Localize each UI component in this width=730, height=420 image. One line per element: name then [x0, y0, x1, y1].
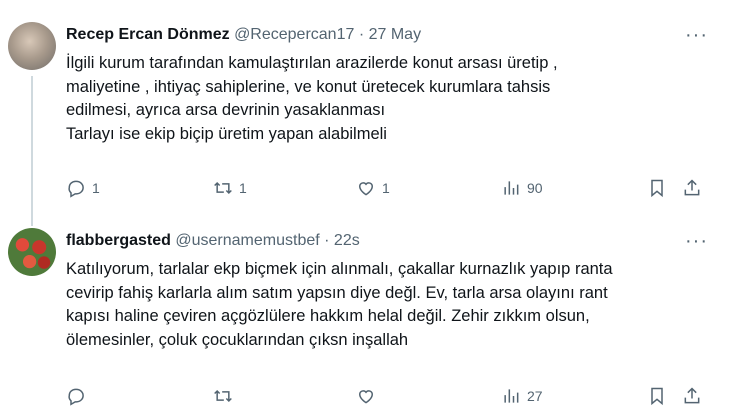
tweet-text: İlgili kurum tarafından kamulaştırılan a… — [66, 52, 716, 146]
share-icon — [684, 179, 700, 196]
more-icon[interactable]: ··· — [685, 231, 708, 251]
author-handle[interactable]: @usernamemustbef — [175, 232, 319, 249]
tweet-text-line: Tarlayı ise ekip biçip üretim yapan alab… — [66, 124, 387, 143]
tweet-header: Recep Ercan Dönmez @Recepercan17 · 27 Ma… — [66, 24, 421, 46]
bookmark-button[interactable] — [647, 384, 667, 408]
like-button[interactable]: 1 — [356, 176, 390, 200]
author-handle[interactable]: @Recepercan17 — [234, 26, 354, 43]
separator: · — [358, 26, 365, 43]
repost-count: 1 — [239, 180, 247, 196]
reply-button[interactable] — [66, 384, 92, 408]
author-name[interactable]: flabbergasted — [66, 232, 171, 249]
like-button[interactable] — [356, 384, 382, 408]
share-button[interactable] — [682, 384, 702, 408]
tweet-text-line: kapısı haline çeviren açgözlülere hakkım… — [66, 307, 590, 325]
repost-icon — [214, 181, 232, 195]
like-icon — [358, 390, 374, 404]
avatar[interactable] — [8, 22, 56, 70]
share-icon — [684, 387, 700, 404]
avatar[interactable] — [8, 228, 56, 276]
bookmark-icon — [651, 387, 663, 406]
reply-icon — [68, 180, 84, 198]
action-bar: 27 — [66, 384, 716, 408]
tweet[interactable]: flabbergasted @usernamemustbef · 22s ···… — [0, 218, 730, 420]
tweet-text-line: cevirip fahiş karlarla alım satım yapsın… — [66, 283, 608, 302]
tweet-text-line: İlgili kurum tarafından kamulaştırılan a… — [66, 54, 558, 72]
tweet-text-line: ölemesinler, çoluk çocuklarından çıksn i… — [66, 330, 409, 349]
thread-line — [31, 76, 33, 226]
timestamp[interactable]: 27 May — [369, 26, 421, 43]
views-button[interactable]: 27 — [501, 384, 543, 408]
tweet-text: Katılıyorum, tarlalar ekp biçmek için al… — [66, 258, 716, 352]
tweet-text-line: edilmesi, ayrıca arsa devrinin yasaklanm… — [66, 101, 386, 119]
views-count: 27 — [527, 388, 543, 404]
views-icon — [504, 181, 519, 195]
repost-icon — [214, 389, 232, 403]
share-button[interactable] — [682, 176, 702, 200]
timestamp[interactable]: 22s — [334, 232, 360, 249]
repost-button[interactable]: 1 — [213, 176, 247, 200]
views-icon — [504, 389, 519, 403]
tweet[interactable]: Recep Ercan Dönmez @Recepercan17 · 27 Ma… — [0, 0, 730, 226]
separator: · — [324, 232, 330, 249]
reply-button[interactable]: 1 — [66, 176, 100, 200]
bookmark-icon — [651, 179, 663, 198]
like-count: 1 — [382, 180, 390, 196]
tweet-text-line: maliyetine , ihtiyaç sahiplerine, ve kon… — [66, 77, 551, 96]
reply-count: 1 — [92, 180, 100, 196]
like-icon — [358, 182, 374, 196]
tweet-text-line: Katılıyorum, tarlalar ekp biçmek için al… — [66, 260, 613, 278]
tweet-header: flabbergasted @usernamemustbef · 22s — [66, 230, 360, 252]
action-bar: 1 1 1 90 — [66, 176, 716, 200]
author-name[interactable]: Recep Ercan Dönmez — [66, 26, 230, 43]
views-count: 90 — [527, 180, 543, 196]
repost-button[interactable] — [213, 384, 239, 408]
reply-icon — [68, 388, 84, 406]
bookmark-button[interactable] — [647, 176, 667, 200]
views-button[interactable]: 90 — [501, 176, 543, 200]
more-icon[interactable]: ··· — [685, 25, 708, 45]
